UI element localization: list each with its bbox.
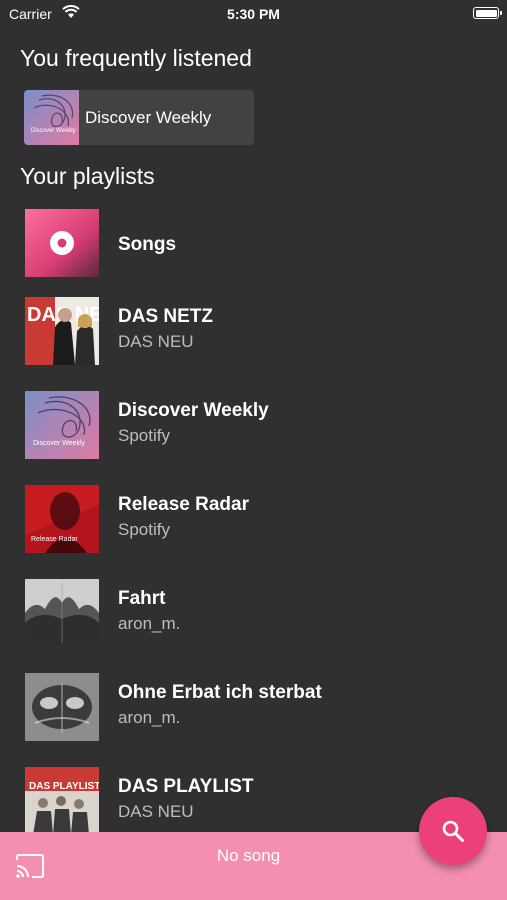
- playlist-subtitle: DAS NEU: [118, 802, 194, 821]
- playlist-item-songs[interactable]: Songs: [0, 206, 507, 300]
- songs-icon: [25, 209, 99, 277]
- playlist-title: DAS NETZ: [118, 306, 213, 327]
- das-playlist-cover: DAS PLAYLIST: [25, 767, 99, 835]
- discover-weekly-cover: Discover Weekly: [25, 391, 99, 459]
- playlist-title: Songs: [118, 234, 177, 255]
- frequent-item-title: Discover Weekly: [85, 108, 212, 127]
- playlist-item-ohne-erbat[interactable]: Ohne Erbat ich sterbat aron_m.: [0, 670, 507, 764]
- playlist-subtitle: aron_m.: [118, 614, 181, 633]
- playlist-title: Ohne Erbat ich sterbat: [118, 682, 322, 703]
- discover-weekly-cover: Discover Weekly: [24, 90, 79, 145]
- playlist-title: Discover Weekly: [118, 400, 269, 421]
- cover-text: Discover Weekly: [31, 128, 76, 134]
- playlist-item-discover-weekly[interactable]: Discover Weekly Discover Weekly Spotify: [0, 388, 507, 482]
- playlist-item-release-radar[interactable]: Release Radar Release Radar Spotify: [0, 482, 507, 576]
- status-time: 5:30 PM: [227, 6, 280, 22]
- playlist-subtitle: DAS NEU: [118, 332, 194, 351]
- playlist-title: Fahrt: [118, 588, 166, 609]
- fahrt-cover: [25, 579, 99, 647]
- playlist-title: DAS PLAYLIST: [118, 776, 254, 797]
- cover-text: Release Radar: [31, 536, 78, 543]
- frequent-item-discover-weekly[interactable]: Discover Weekly Discover Weekly: [24, 90, 254, 145]
- search-icon: [442, 820, 464, 842]
- release-radar-cover: Release Radar: [25, 485, 99, 553]
- search-button[interactable]: [419, 797, 487, 865]
- playlist-item-das-netz[interactable]: DAS NETZ DAS NETZ DAS NEU: [0, 294, 507, 388]
- playlists-heading: Your playlists: [20, 163, 155, 189]
- status-bar: Carrier 5:30 PM: [0, 0, 507, 28]
- cover-text: Discover Weekly: [33, 440, 85, 447]
- das-netz-cover: DAS NETZ: [25, 297, 99, 365]
- ohne-erbat-cover: [25, 673, 99, 741]
- playlist-title: Release Radar: [118, 494, 249, 515]
- playlist-subtitle: Spotify: [118, 426, 170, 445]
- now-playing-label: No song: [216, 846, 281, 865]
- playlist-subtitle: Spotify: [118, 520, 170, 539]
- cover-text: DAS PLAYLIST: [29, 781, 99, 792]
- playlist-item-fahrt[interactable]: Fahrt aron_m.: [0, 576, 507, 670]
- frequent-heading: You frequently listened: [20, 45, 252, 71]
- battery-icon: [473, 7, 502, 19]
- playlist-subtitle: aron_m.: [118, 708, 181, 727]
